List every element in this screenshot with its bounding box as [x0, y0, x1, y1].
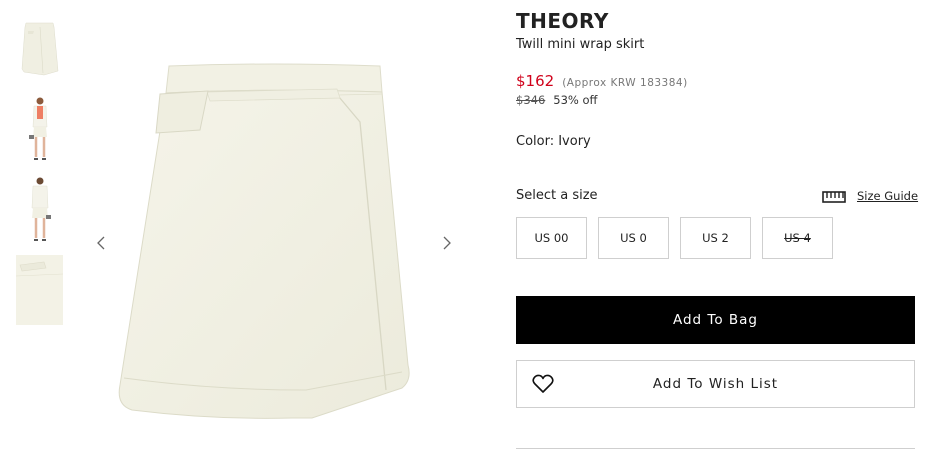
- sale-price: $162: [516, 72, 555, 90]
- color-label: Color: Ivory: [516, 134, 591, 149]
- size-label: US 2: [702, 231, 729, 245]
- thumb-model-back[interactable]: [16, 175, 63, 245]
- gallery-prev-button[interactable]: [91, 232, 111, 254]
- model-image: [16, 95, 63, 165]
- thumb-skirt-front[interactable]: [16, 15, 63, 85]
- select-size-label: Select a size: [516, 188, 598, 203]
- main-product-image: [112, 60, 432, 425]
- size-options: US 00 US 0 US 2 US 4: [516, 217, 833, 259]
- chevron-left-icon: [97, 236, 105, 250]
- size-option[interactable]: US 0: [598, 217, 669, 259]
- approx-price: (Approx KRW 183384): [562, 77, 688, 89]
- size-option[interactable]: US 2: [680, 217, 751, 259]
- size-label: US 0: [620, 231, 647, 245]
- ruler-icon: [822, 188, 846, 204]
- skirt-image: [16, 15, 63, 85]
- size-guide-label[interactable]: Size Guide: [857, 189, 918, 203]
- add-to-wishlist-button[interactable]: Add To Wish List: [516, 360, 915, 408]
- skirt-image: [118, 63, 410, 419]
- add-to-bag-button[interactable]: Add To Bag: [516, 296, 915, 344]
- thumb-model-front[interactable]: [16, 95, 63, 165]
- gallery-next-button[interactable]: [437, 232, 457, 254]
- product-title: Twill mini wrap skirt: [516, 37, 645, 52]
- size-label: US 00: [534, 231, 569, 245]
- original-price: $346: [516, 93, 546, 107]
- chevron-right-icon: [443, 236, 451, 250]
- brand-name[interactable]: THEORY: [516, 9, 609, 33]
- size-label: US 4: [784, 231, 811, 245]
- size-guide-link[interactable]: Size Guide: [822, 188, 918, 204]
- model-image: [16, 175, 63, 245]
- fabric-detail-image: [16, 255, 63, 325]
- thumb-fabric-detail[interactable]: [16, 255, 63, 325]
- add-to-bag-label: Add To Bag: [672, 312, 759, 328]
- discount-label: 53% off: [553, 93, 598, 107]
- thumbnail-list: [16, 15, 63, 335]
- price-row: $162 (Approx KRW 183384): [516, 72, 688, 90]
- original-price-row: $346 53% off: [516, 93, 597, 107]
- divider: [516, 448, 915, 449]
- size-option[interactable]: US 00: [516, 217, 587, 259]
- add-to-wishlist-label: Add To Wish List: [652, 376, 779, 392]
- heart-icon: [532, 374, 554, 394]
- size-option-unavailable[interactable]: US 4: [762, 217, 833, 259]
